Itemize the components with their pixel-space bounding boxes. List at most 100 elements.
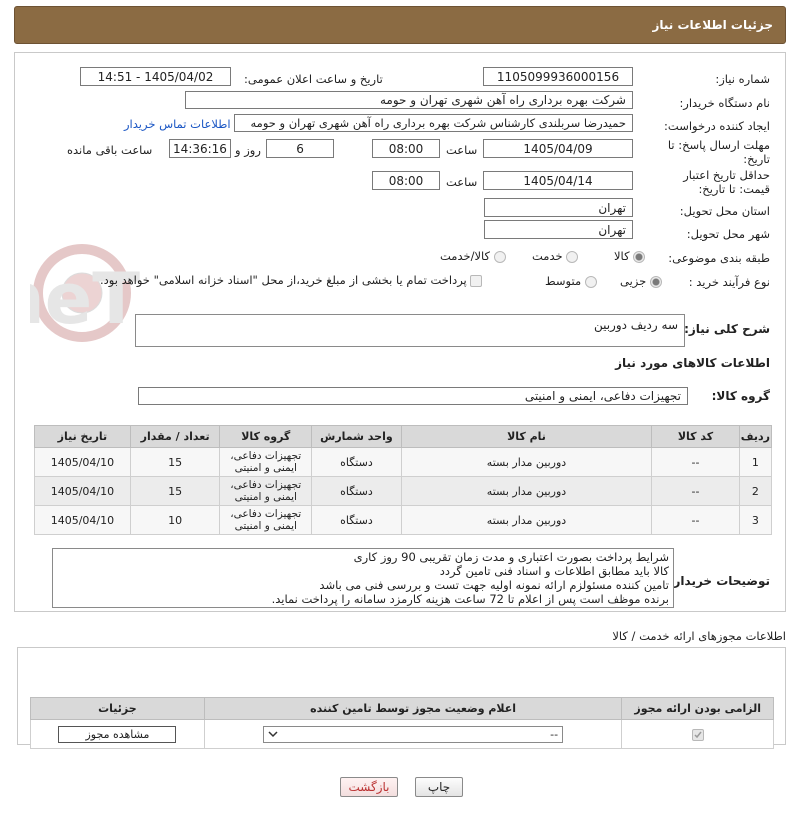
goods-group-field: تجهیزات دفاعی، ایمنی و امنیتی <box>138 387 688 405</box>
cell-row: 3 <box>738 505 773 535</box>
buyer-note-line: شرایط پرداخت بصورت اعتباری و مدت زمان تق… <box>353 550 669 564</box>
treasury-payment-checkbox[interactable] <box>470 274 483 287</box>
goods-table-header: ردیف کد کالا نام کالا واحد شمارش گروه کا… <box>34 425 773 448</box>
permit-row: -- مشاهده مجوز <box>30 719 774 749</box>
price-time-field: 08:00 <box>372 171 440 190</box>
creator-label: ایجاد کننده درخواست: <box>664 119 770 133</box>
need-number-label: شماره نیاز: <box>715 72 770 86</box>
payment-note: پرداخت تمام یا بخشی از مبلغ خرید،از محل … <box>100 273 483 287</box>
category-option-goods[interactable]: کالا <box>614 249 646 263</box>
cell-group: تجهیزات دفاعی، ایمنی و امنیتی <box>219 447 313 477</box>
table-row[interactable]: 2 -- دوربین مدار بسته دستگاه تجهیزات دفا… <box>34 476 773 506</box>
category-label: طبقه بندی موضوعی: <box>668 251 770 265</box>
price-date-field: 1405/04/14 <box>483 171 633 190</box>
cell-code: -- <box>651 505 740 535</box>
print-button[interactable]: چاپ <box>415 777 463 797</box>
goods-info-title: اطلاعات کالاهای مورد نیاز <box>615 356 770 370</box>
send-deadline-label: مهلت ارسال پاسخ: تا تاریخ: <box>667 138 770 166</box>
description-textarea[interactable]: سه ردیف دوربین <box>135 314 685 347</box>
page-title: جزئیات اطلاعات نیاز <box>652 18 773 32</box>
col-permit-required: الزامی بودن ارائه مجوز <box>621 697 774 720</box>
category-option-service[interactable]: خدمت <box>532 249 579 263</box>
price-time-label: ساعت <box>446 175 478 189</box>
send-date-field: 1405/04/09 <box>483 139 633 158</box>
province-field: تهران <box>484 198 633 217</box>
cell-date: 1405/04/10 <box>34 476 131 506</box>
buyer-notes-label: توضیحات خریدار: <box>668 574 770 588</box>
col-qty: تعداد / مقدار <box>129 425 221 448</box>
page-title-bar: جزئیات اطلاعات نیاز <box>14 6 786 44</box>
remaining-time-label: ساعت باقی مانده <box>67 143 153 157</box>
need-number-field: 1105099936000156 <box>483 67 633 86</box>
city-label: شهر محل تحویل: <box>686 227 770 241</box>
days-field: 6 <box>266 139 334 158</box>
permits-table: الزامی بودن ارائه مجوز اعلام وضعیت مجوز … <box>30 697 774 749</box>
cell-row: 1 <box>738 447 773 477</box>
cell-qty: 15 <box>129 476 221 506</box>
buyer-note-line: کالا باید مطابق اطلاعات و اسناد فنی تامی… <box>439 564 669 578</box>
province-label: استان محل تحویل: <box>679 204 770 218</box>
city-field: تهران <box>484 220 633 239</box>
remaining-time-field: 14:36:16 <box>169 139 231 158</box>
col-permit-status: اعلام وضعیت مجوز توسط تامین کننده <box>203 697 623 720</box>
buyer-notes-textarea[interactable]: شرایط پرداخت بصورت اعتباری و مدت زمان تق… <box>52 548 674 608</box>
announce-label: تاریخ و ساعت اعلان عمومی: <box>244 72 383 86</box>
permit-status-select[interactable]: -- <box>263 725 564 743</box>
cell-date: 1405/04/10 <box>34 505 131 535</box>
buyer-contact-link[interactable]: اطلاعات تماس خریدار <box>124 117 231 131</box>
goods-group-label: گروه کالا: <box>711 389 770 403</box>
category-both-radio[interactable] <box>493 250 506 263</box>
buyer-org-label: نام دستگاه خریدار: <box>679 96 770 110</box>
col-date: تاریخ نیاز <box>34 425 131 448</box>
goods-table: ردیف کد کالا نام کالا واحد شمارش گروه کا… <box>34 425 773 535</box>
cell-date: 1405/04/10 <box>34 447 131 477</box>
cell-row: 2 <box>738 476 773 506</box>
cell-qty: 10 <box>129 505 221 535</box>
cell-unit: دستگاه <box>311 476 402 506</box>
back-button[interactable]: بازگشت <box>340 777 398 797</box>
creator-field: حمیدرضا سربلندی کارشناس شرکت بهره برداری… <box>234 114 633 132</box>
category-option-both[interactable]: کالا/خدمت <box>440 249 506 263</box>
chevron-down-icon <box>268 731 278 738</box>
process-minor-radio[interactable] <box>649 275 662 288</box>
announce-field: 1405/04/02 - 14:51 <box>80 67 231 86</box>
cell-unit: دستگاه <box>311 505 402 535</box>
cell-group: تجهیزات دفاعی، ایمنی و امنیتی <box>219 505 313 535</box>
days-label: روز و <box>235 143 261 157</box>
permits-title: اطلاعات مجوزهای ارائه خدمت / کالا <box>612 629 786 643</box>
permit-details-cell: مشاهده مجوز <box>30 719 205 749</box>
send-time-field: 08:00 <box>372 139 440 158</box>
price-deadline-label: حداقل تاریخ اعتبار قیمت: تا تاریخ: <box>683 168 770 196</box>
cell-name: دوربین مدار بسته <box>400 505 653 535</box>
view-permit-button[interactable]: مشاهده مجوز <box>58 725 177 743</box>
description-label: شرح کلی نیاز: <box>684 322 770 336</box>
process-option-minor[interactable]: جزیی <box>620 274 662 288</box>
cell-code: -- <box>651 447 740 477</box>
permits-table-header: الزامی بودن ارائه مجوز اعلام وضعیت مجوز … <box>30 697 774 720</box>
category-service-radio[interactable] <box>566 250 579 263</box>
table-row[interactable]: 3 -- دوربین مدار بسته دستگاه تجهیزات دفا… <box>34 505 773 535</box>
cell-group: تجهیزات دفاعی، ایمنی و امنیتی <box>219 476 313 506</box>
permit-required-checkbox <box>691 728 704 741</box>
process-label: نوع فرآیند خرید : <box>688 275 770 289</box>
col-group: گروه کالا <box>219 425 313 448</box>
cell-qty: 15 <box>129 447 221 477</box>
category-goods-radio[interactable] <box>633 250 646 263</box>
col-row: ردیف <box>738 425 773 448</box>
cell-name: دوربین مدار بسته <box>400 447 653 477</box>
col-code: کد کالا <box>651 425 740 448</box>
cell-name: دوربین مدار بسته <box>400 476 653 506</box>
col-permit-details: جزئیات <box>30 697 205 720</box>
col-name: نام کالا <box>400 425 653 448</box>
buyer-note-line: برنده موظف است پس از اعلام تا 72 ساعت هز… <box>271 592 669 606</box>
table-row[interactable]: 1 -- دوربین مدار بسته دستگاه تجهیزات دفا… <box>34 447 773 477</box>
buyer-note-line: تامین کننده مسئولزم ارائه نمونه اولیه جه… <box>319 578 669 592</box>
col-unit: واحد شمارش <box>311 425 402 448</box>
process-medium-radio[interactable] <box>584 275 597 288</box>
permit-status-cell: -- <box>203 719 623 749</box>
buyer-org-field: شرکت بهره برداری راه آهن شهری تهران و حو… <box>185 91 633 109</box>
cell-code: -- <box>651 476 740 506</box>
cell-unit: دستگاه <box>311 447 402 477</box>
send-time-label: ساعت <box>446 143 478 157</box>
process-option-medium[interactable]: متوسط <box>545 274 597 288</box>
